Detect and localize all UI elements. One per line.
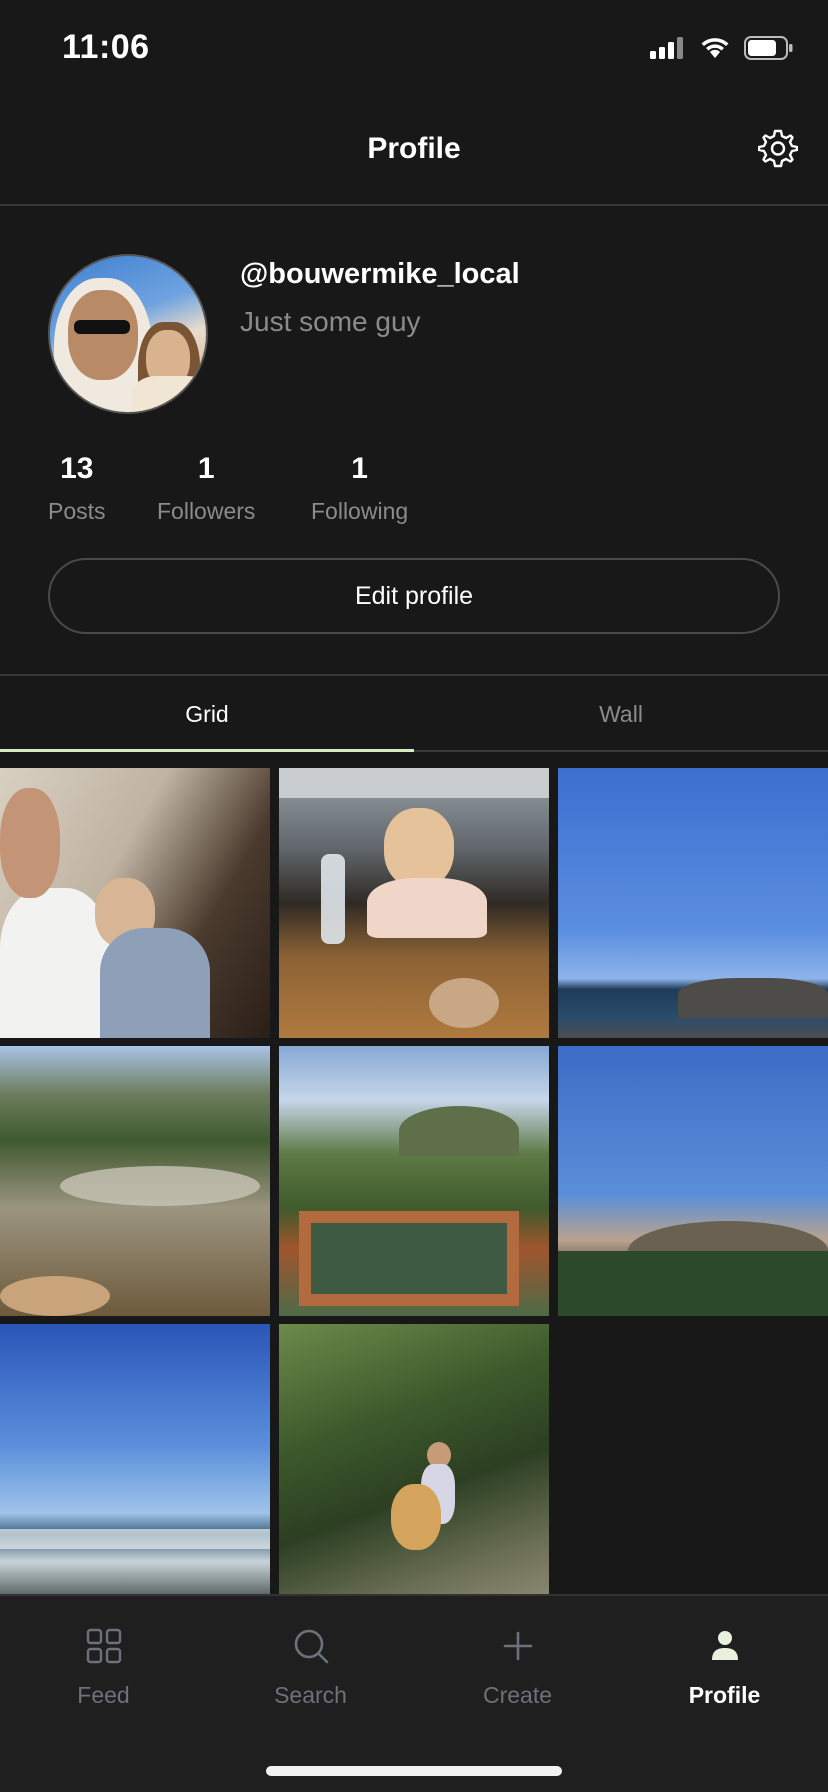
nav-feed-label: Feed — [77, 1682, 130, 1708]
nav-create-label: Create — [482, 1682, 553, 1708]
stat-followers[interactable]: 1 Followers — [157, 452, 255, 525]
grid-icon — [86, 1628, 121, 1664]
photo-thumbnail[interactable] — [279, 1324, 549, 1594]
nav-profile-label: Profile — [688, 1682, 761, 1708]
photo-thumbnail[interactable] — [279, 768, 549, 1038]
status-icons — [650, 36, 794, 60]
battery-icon — [744, 36, 793, 60]
photo-thumbnail[interactable] — [0, 768, 270, 1038]
stat-followers-value: 1 — [197, 452, 215, 485]
nav-create[interactable]: Create — [414, 1626, 621, 1709]
photo-thumbnail[interactable] — [0, 1324, 270, 1594]
gear-icon — [757, 129, 799, 168]
nav-search-label: Search — [274, 1682, 347, 1708]
status-time: 11:06 — [62, 28, 150, 66]
tab-active-indicator — [0, 749, 414, 752]
nav-search[interactable]: Search — [207, 1626, 414, 1709]
bottom-nav: Feed Search Create Profile — [0, 1594, 828, 1792]
cellular-signal-icon — [650, 37, 683, 59]
tab-grid-label: Grid — [185, 700, 229, 727]
search-icon — [294, 1629, 328, 1664]
photo-thumbnail[interactable] — [279, 1046, 549, 1316]
stat-posts-value: 13 — [60, 452, 94, 485]
stat-following-label: Following — [311, 498, 409, 524]
stat-posts-label: Posts — [48, 498, 106, 524]
plus-icon — [503, 1631, 532, 1661]
stat-posts[interactable]: 13 Posts — [48, 452, 106, 525]
nav-profile[interactable]: Profile — [621, 1626, 828, 1709]
stat-followers-label: Followers — [157, 498, 256, 524]
wifi-icon — [701, 38, 729, 58]
username: @bouwermike_local — [240, 258, 520, 290]
settings-button[interactable] — [757, 128, 799, 168]
photo-thumbnail[interactable] — [0, 1046, 270, 1316]
home-indicator — [266, 1766, 562, 1776]
tab-wall-label: Wall — [599, 700, 643, 727]
profile-screen: 11:06 Profile @bouwermike_local Just som… — [0, 0, 828, 1792]
edit-profile-button[interactable]: Edit profile — [48, 558, 780, 634]
profile-tabs: Grid Wall — [0, 674, 828, 752]
stat-following-value: 1 — [351, 452, 368, 485]
bio: Just some guy — [240, 306, 421, 337]
page-title: Profile — [367, 132, 461, 165]
avatar[interactable] — [48, 254, 208, 414]
header: Profile — [0, 100, 828, 206]
tab-grid[interactable]: Grid — [0, 676, 414, 752]
photo-thumbnail[interactable] — [558, 1046, 828, 1316]
stat-following[interactable]: 1 Following — [311, 452, 408, 525]
person-icon — [711, 1631, 738, 1660]
nav-feed[interactable]: Feed — [0, 1626, 207, 1709]
status-bar: 11:06 — [0, 0, 828, 100]
photo-thumbnail[interactable] — [558, 768, 828, 1038]
tab-wall[interactable]: Wall — [414, 676, 828, 752]
